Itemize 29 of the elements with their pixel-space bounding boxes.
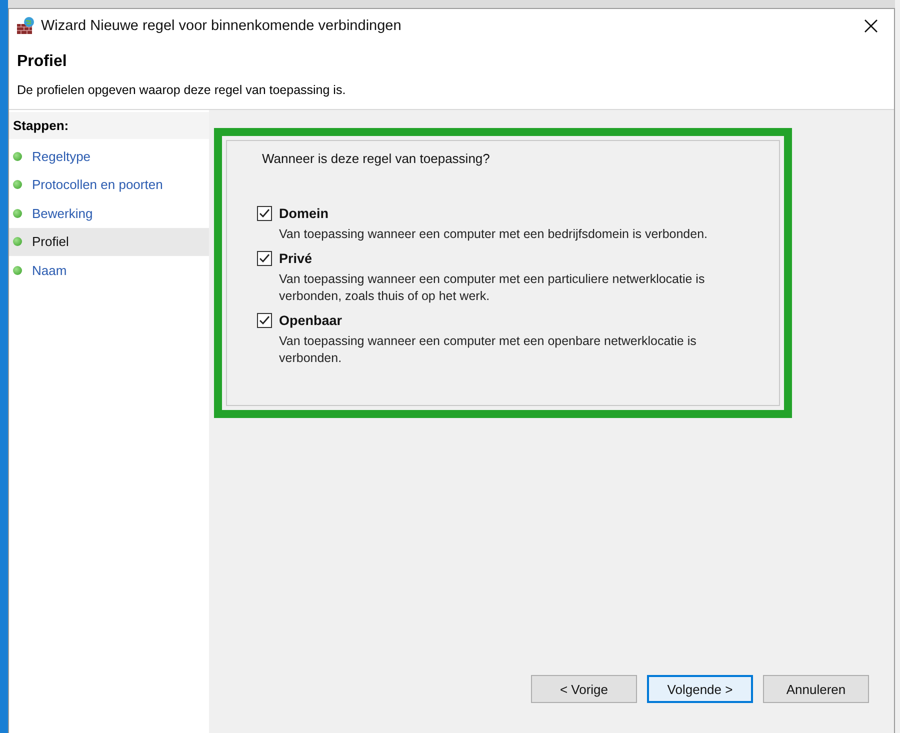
firewall-icon [16, 16, 36, 36]
step-item[interactable]: Regeltype [9, 142, 209, 170]
checkbox-label: Privé [279, 251, 312, 266]
step-dot-icon [13, 152, 22, 161]
checkbox[interactable] [257, 206, 272, 221]
checkbox[interactable] [257, 251, 272, 266]
page-description: De profielen opgeven waarop deze regel van toepassing is. [17, 83, 347, 97]
step-dot-icon [13, 208, 22, 218]
wizard-button[interactable]: Volgende > [647, 675, 753, 703]
wizard-button[interactable]: < Vorige [531, 675, 637, 703]
question-text: Wanneer is deze regel van toepassing? [262, 151, 491, 166]
step-item[interactable]: Protocollen en poorten [9, 170, 209, 199]
page-heading: Profiel [17, 53, 68, 71]
step-item[interactable]: Bewerking [9, 199, 209, 228]
option-description: Van toepassing wanneer een computer met een bedrijfsdomein is verbonden. [279, 226, 709, 243]
close-icon [864, 19, 878, 33]
checkbox-label: Openbaar [279, 313, 342, 328]
step-item[interactable]: Naam [9, 256, 209, 284]
checkbox[interactable] [257, 313, 272, 328]
step-dot-icon [13, 180, 22, 190]
step-dot-icon [13, 237, 22, 246]
step-item[interactable]: Profiel [9, 228, 209, 256]
checkbox-label: Domein [279, 206, 329, 221]
steps-heading: Stappen: [9, 112, 209, 139]
option-description: Van toepassing wanneer een computer met een particuliere netwerklocatie is verbonden, zoals thuis of op het werk. [279, 271, 706, 305]
option-description: Van toepassing wanneer een computer met een openbare netwerklocatie is verbonden. [279, 333, 698, 367]
window-title: Wizard Nieuwe regel voor binnenkomende verbindingen [41, 18, 402, 34]
wizard-button[interactable]: Annuleren [763, 675, 869, 703]
step-dot-icon [13, 266, 22, 275]
